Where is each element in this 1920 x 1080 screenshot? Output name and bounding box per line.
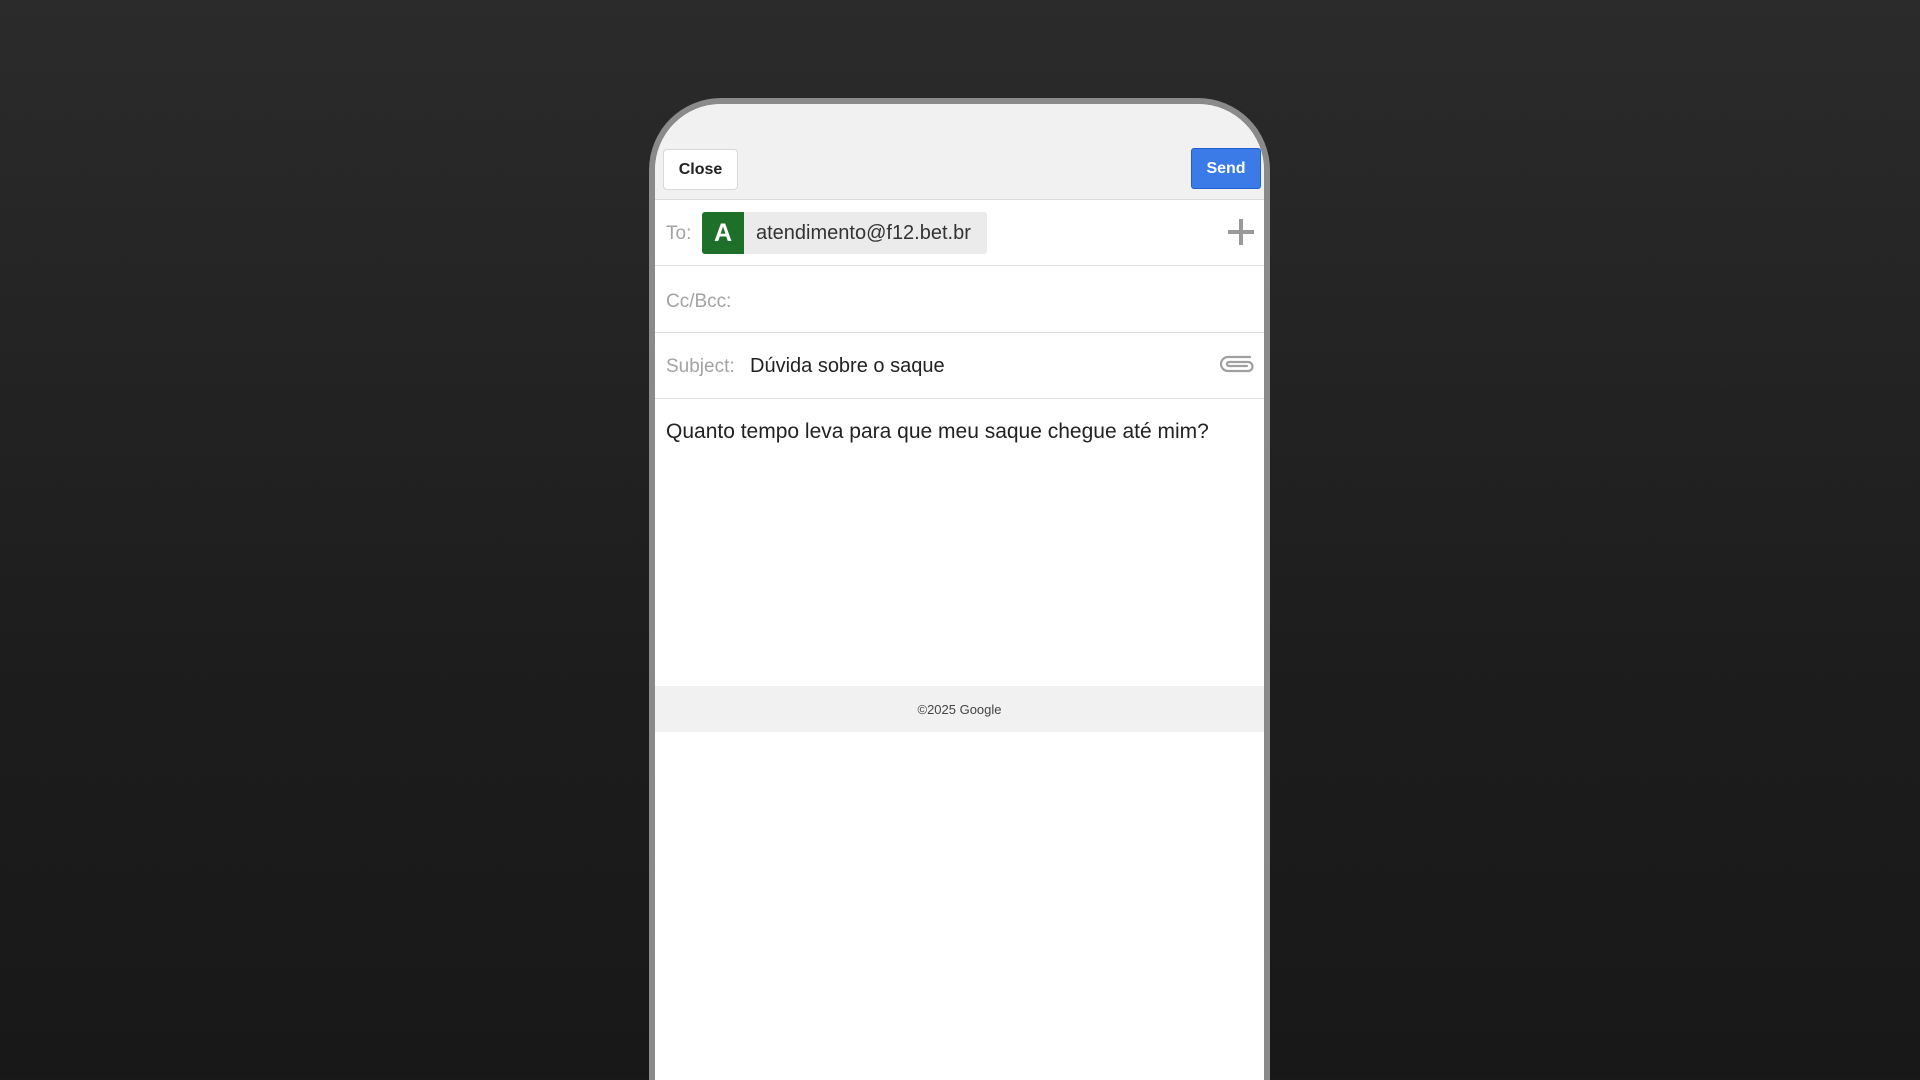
recipient-email: atendimento@f12.bet.br: [756, 221, 971, 244]
subject-input[interactable]: Dúvida sobre o saque: [750, 355, 945, 378]
message-body-text: Quanto tempo leva para que meu saque che…: [666, 420, 1209, 443]
cc-bcc-label: Cc/Bcc:: [666, 291, 732, 312]
compose-screen: Close Send To: A atendimento@f12.bet.br …: [655, 104, 1264, 1080]
compose-header: Close Send: [655, 104, 1264, 200]
message-body[interactable]: Quanto tempo leva para que meu saque che…: [655, 399, 1264, 686]
phone-frame: Close Send To: A atendimento@f12.bet.br …: [649, 98, 1270, 1080]
to-field-row[interactable]: To: A atendimento@f12.bet.br: [655, 200, 1264, 266]
paperclip-icon[interactable]: [1220, 353, 1256, 375]
send-button[interactable]: Send: [1191, 148, 1261, 189]
subject-label: Subject:: [666, 356, 735, 377]
close-button[interactable]: Close: [663, 149, 738, 190]
recipient-avatar: A: [702, 212, 744, 254]
plus-icon[interactable]: [1226, 217, 1256, 247]
to-label: To:: [666, 223, 692, 244]
footer: ©2025 Google: [655, 686, 1264, 732]
recipient-chip[interactable]: A atendimento@f12.bet.br: [702, 212, 987, 254]
subject-field-row[interactable]: Subject: Dúvida sobre o saque: [655, 333, 1264, 399]
cc-bcc-field-row[interactable]: Cc/Bcc:: [655, 266, 1264, 333]
copyright-text: ©2025 Google: [917, 701, 1002, 717]
